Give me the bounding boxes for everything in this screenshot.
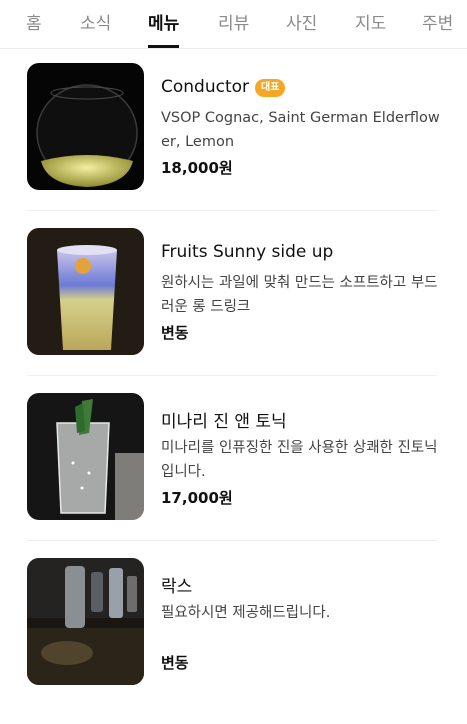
- tab-home[interactable]: 홈: [26, 9, 42, 48]
- menu-item-name-text: Conductor: [161, 77, 250, 97]
- menu-item-name: Fruits Sunny side up: [161, 242, 334, 262]
- menu-item-price: 17,000원: [161, 489, 233, 507]
- tab-photos[interactable]: 사진: [286, 9, 317, 48]
- menu-item-description: VSOP Cognac, Saint German Elderflower, L…: [161, 110, 440, 150]
- menu-item[interactable]: Fruits Sunny side up 원하시는 과일에 맞춰 만드는 소프트…: [0, 228, 467, 394]
- menu-item-name: Conductor 대표: [161, 77, 286, 97]
- signature-badge: 대표: [255, 79, 286, 97]
- menu-item-photo: [27, 393, 144, 520]
- item-divider: [27, 210, 437, 211]
- menu-item-name: 미나리 진 앤 토닉: [161, 412, 287, 432]
- tab-reviews[interactable]: 리뷰: [218, 9, 249, 48]
- tab-nearby[interactable]: 주변: [422, 9, 453, 48]
- category-tabs: 홈 소식 메뉴 리뷰 사진 지도 주변: [0, 0, 467, 49]
- tab-menu[interactable]: 메뉴: [148, 9, 180, 48]
- menu-item-photo: [27, 228, 144, 355]
- item-divider: [27, 540, 437, 541]
- menu-item-photo: [27, 63, 144, 190]
- menu-item-price: 변동: [161, 654, 189, 672]
- item-divider: [27, 375, 437, 376]
- menu-item-description: 필요하시면 제공해드립니다.: [161, 605, 331, 621]
- menu-item-price: 변동: [161, 324, 189, 342]
- menu-item[interactable]: Conductor 대표 VSOP Cognac, Saint German El…: [0, 63, 467, 229]
- tab-map[interactable]: 지도: [355, 9, 386, 48]
- tab-news[interactable]: 소식: [80, 9, 111, 48]
- menu-item[interactable]: 미나리 진 앤 토닉 미나리를 인퓨징한 진을 사용한 상쾌한 진토닉입니다. …: [0, 393, 467, 559]
- menu-item-photo: [27, 558, 144, 685]
- menu-item-description: 원하시는 과일에 맞춰 만드는 소프트하고 부드러운 롱 드링크: [161, 275, 438, 315]
- menu-item-description: 미나리를 인퓨징한 진을 사용한 상쾌한 진토닉입니다.: [161, 440, 438, 480]
- menu-item-price: 18,000원: [161, 159, 233, 177]
- menu-item-name: 락스: [161, 577, 193, 597]
- menu-item[interactable]: 락스 필요하시면 제공해드립니다. 변동: [0, 558, 467, 724]
